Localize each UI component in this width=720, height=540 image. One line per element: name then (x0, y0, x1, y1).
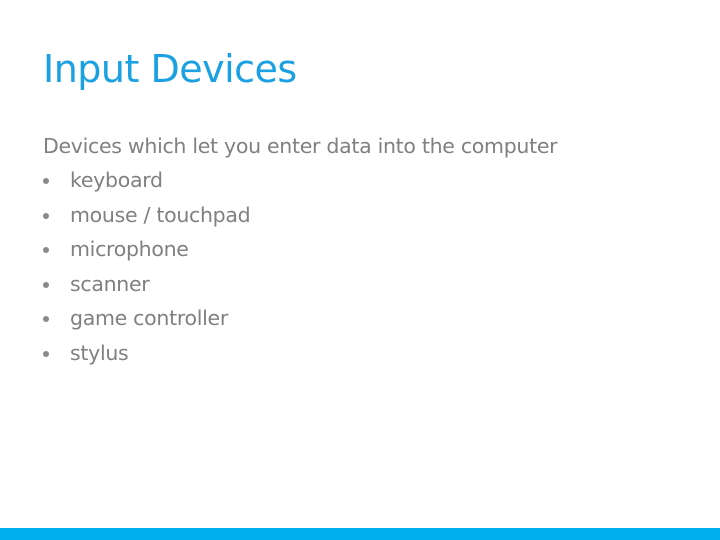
bullet-dot-icon (43, 178, 49, 184)
intro-text: Devices which let you enter data into th… (43, 134, 558, 158)
slide-body: Devices which let you enter data into th… (43, 129, 558, 371)
list-item: game controller (43, 301, 557, 336)
bullet-label: scanner (70, 271, 150, 296)
list-item: mouse / touchpad (43, 198, 557, 233)
slide-title: Input Devices (43, 47, 297, 91)
bullet-list: keyboard mouse / touchpad microphone sca… (43, 163, 557, 371)
bullet-label: stylus (70, 340, 129, 365)
bullet-dot-icon (43, 350, 49, 357)
bullet-dot-icon (43, 247, 49, 254)
bullet-dot-icon (43, 212, 49, 219)
accent-bar (0, 528, 720, 540)
bullet-dot-icon (43, 281, 49, 288)
list-item: keyboard (43, 163, 557, 198)
bullet-dot-icon (43, 316, 49, 323)
bullet-label: mouse / touchpad (70, 202, 251, 227)
list-item: scanner (43, 267, 557, 302)
bullet-label: game controller (70, 306, 228, 331)
bullet-label: microphone (70, 237, 189, 262)
list-item: stylus (43, 336, 557, 371)
list-item: microphone (43, 232, 557, 267)
bullet-label: keyboard (70, 168, 163, 192)
